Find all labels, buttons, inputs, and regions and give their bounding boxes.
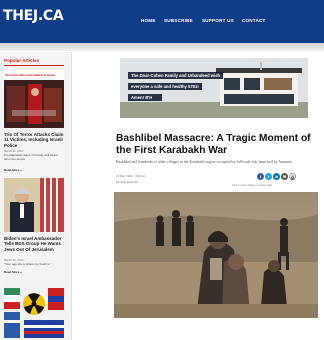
sidebar-title: Popular Articles: [4, 58, 40, 63]
sidebar: Popular Articles Terrorists kill seven a…: [0, 52, 72, 340]
nuclear-flags-photo: [4, 282, 64, 340]
print-icon[interactable]: ⎙: [289, 173, 296, 180]
main-nav: HOME SUBSCRIBE SUPPORT US CONTACT: [0, 18, 324, 28]
sidebar-article-1-excerpt: Pre-Ramadan wave of bloody anti-Israel t…: [4, 153, 58, 161]
sidebar-title-underline: [4, 65, 64, 66]
sidebar-article-1-headline[interactable]: Trio Of Terror Attacks Claim 11 Victims,…: [4, 132, 68, 148]
banner-ad[interactable]: The Doar-Cohen Family and Urbandeed wish…: [120, 58, 308, 118]
banner-line-3: Amen! B'H: [128, 94, 162, 101]
site-header: THEJ.CA HOME SUBSCRIBE SUPPORT US CONTAC…: [0, 0, 324, 43]
banner-line-2: everyone a safe and healthy 5781!: [128, 83, 202, 90]
sidebar-article-1-thumbnail[interactable]: Terrorists kill seven attack in Israel: [4, 70, 64, 128]
twitter-icon[interactable]: t: [265, 173, 272, 180]
share-caption: Click to share articles on social media: [232, 184, 272, 187]
sidebar-article-2-headline[interactable]: Biden's Israel Ambassador Tells BDS Grou…: [4, 236, 68, 252]
email-icon[interactable]: ✉: [281, 173, 288, 180]
article-date: 22 May 2021 · 9:50 am: [116, 174, 146, 178]
nav-subscribe[interactable]: SUBSCRIBE: [164, 18, 193, 23]
page: THEJ.CA HOME SUBSCRIBE SUPPORT US CONTAC…: [0, 0, 324, 340]
article-subtitle: Bashlibel and hundreds of other villages…: [116, 160, 292, 164]
article-author[interactable]: By Staff Reporter: [116, 180, 138, 184]
header-divider: [0, 43, 324, 51]
nav-home[interactable]: HOME: [141, 18, 156, 23]
terror-attack-photo: [4, 70, 64, 128]
article-photo: [114, 192, 318, 318]
facebook-icon[interactable]: f: [257, 173, 264, 180]
nav-support-us[interactable]: SUPPORT US: [202, 18, 234, 23]
sidebar-article-2-read-more[interactable]: Read More »: [4, 270, 22, 274]
sidebar-article-1-read-more[interactable]: Read More »: [4, 168, 22, 172]
sidebar-article-1-thumb-caption: Terrorists kill seven attack in Israel: [5, 73, 55, 77]
nav-contact[interactable]: CONTACT: [242, 18, 266, 23]
war-refugee-photo: [114, 192, 318, 318]
sidebar-article-3-thumbnail[interactable]: [4, 282, 64, 340]
article-title: Bashlibel Massacre: A Tragic Moment of t…: [116, 133, 311, 156]
banner-line-1: The Doar-Cohen Family and Urbandeed wish: [128, 72, 224, 79]
ambassador-photo: [4, 178, 64, 232]
linkedin-icon[interactable]: in: [273, 173, 280, 180]
sidebar-article-2-thumbnail[interactable]: [4, 178, 64, 232]
sidebar-article-2-excerpt: "Your agenda is where my heart is.": [4, 262, 52, 266]
